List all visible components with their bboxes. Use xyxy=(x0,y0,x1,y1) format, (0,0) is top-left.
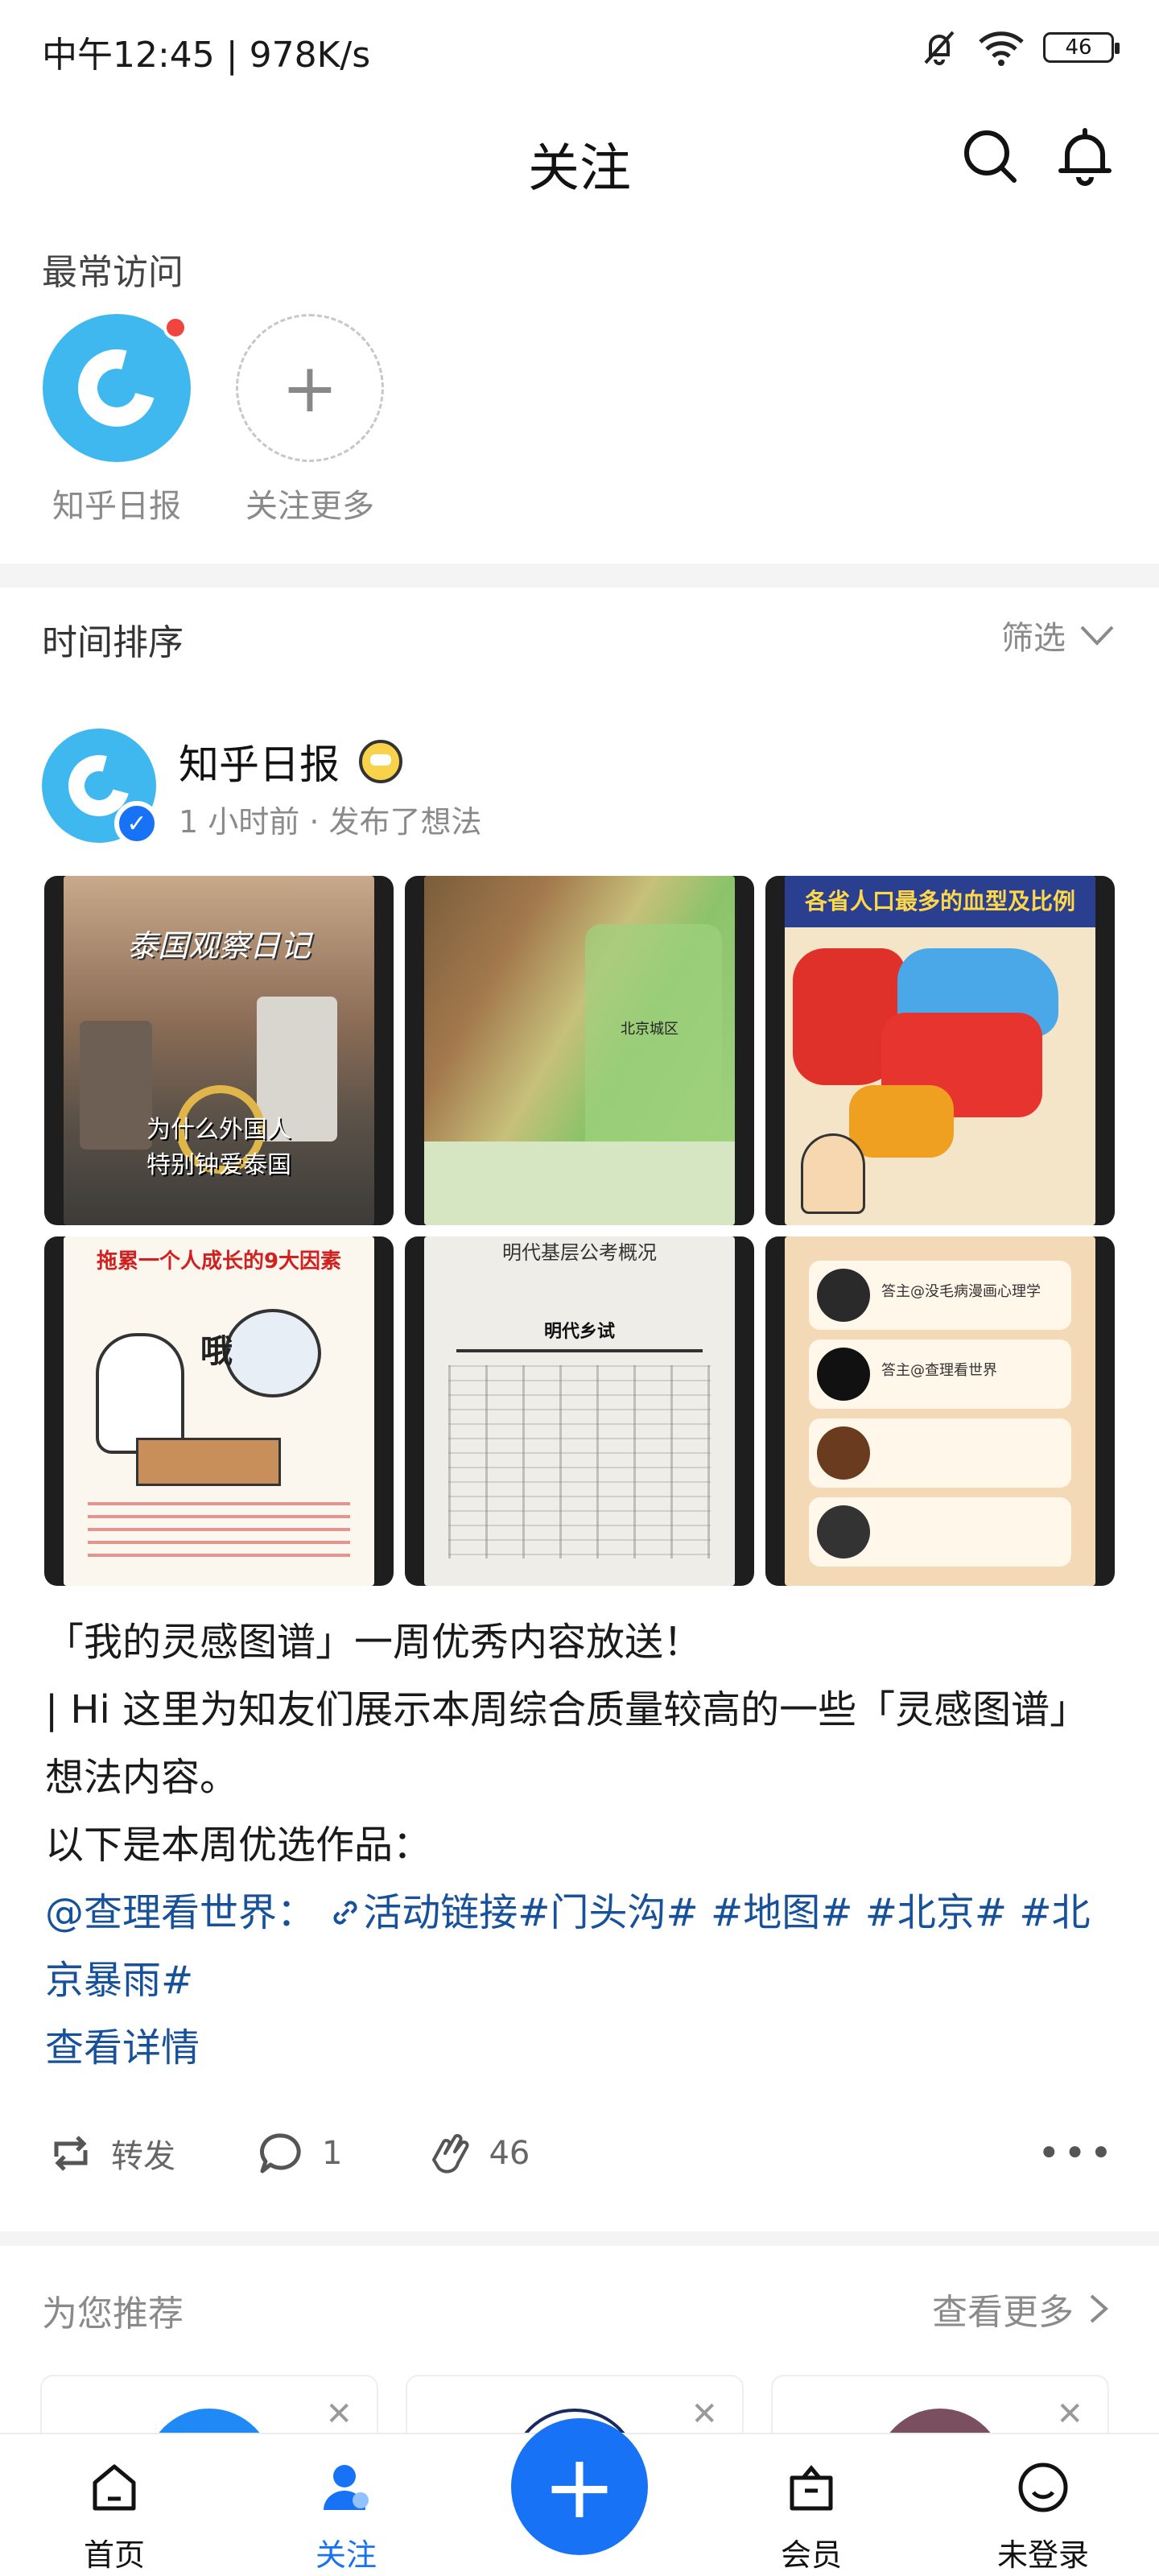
sort-title: 时间排序 xyxy=(42,622,184,663)
top-header: 关注 xyxy=(0,105,1159,209)
recommend-title: 为您推荐 xyxy=(42,2293,184,2334)
close-icon[interactable]: ✕ xyxy=(1056,2396,1083,2433)
post-text-line: 「我的灵感图谱」一周优秀内容放送！ xyxy=(45,1620,703,1665)
wifi-icon xyxy=(979,31,1024,66)
follow-person-icon xyxy=(324,2465,369,2510)
image-caption: 北京城区 xyxy=(621,1021,678,1038)
post-author[interactable]: 知乎日报 xyxy=(179,733,402,791)
nav-label: 首页 xyxy=(83,2537,145,2573)
link-icon xyxy=(333,1901,357,1925)
close-icon[interactable]: ✕ xyxy=(691,2396,718,2433)
repost-button[interactable]: 转发 xyxy=(45,2128,175,2179)
status-icons: 46 xyxy=(919,27,1120,68)
author-badge-icon xyxy=(359,740,402,783)
repost-icon xyxy=(54,2136,88,2171)
nav-profile[interactable]: 未登录 xyxy=(963,2458,1124,2574)
comment-icon xyxy=(260,2133,301,2174)
image-caption: 拖累一个人成长的9大因素 xyxy=(96,1249,342,1274)
battery-level: 46 xyxy=(1065,35,1092,60)
post-text-line: | Hi 这里为知友们展示本周综合质量较高的一些「灵感图谱」想法内容。 xyxy=(45,1687,1089,1800)
member-bag-icon xyxy=(790,2465,833,2511)
nav-member[interactable]: 会员 xyxy=(731,2458,892,2574)
colon-text: ： xyxy=(277,1890,316,1935)
verified-check-icon: ✓ xyxy=(114,801,159,846)
section-divider xyxy=(0,564,1159,588)
comment-count: 1 xyxy=(322,2135,343,2172)
image-caption: 哦 xyxy=(200,1333,233,1370)
post-image-thailand[interactable]: 泰国观察日记 为什么外国人 特别钟爱泰国 xyxy=(44,876,394,1225)
nav-label: 关注 xyxy=(315,2537,377,2573)
frequent-item-label: 知乎日报 xyxy=(52,488,181,525)
post-image-blood-type-map[interactable]: 各省人口最多的血型及比例 xyxy=(765,876,1115,1225)
zhihu-daily-logo-icon xyxy=(43,314,191,462)
create-post-button[interactable]: + xyxy=(511,2418,648,2555)
mention-link[interactable]: @查理看世界 xyxy=(45,1890,277,1935)
image-caption: 泰国观察日记 xyxy=(126,928,311,964)
comment-button[interactable]: 1 xyxy=(256,2128,342,2179)
applause-button[interactable]: 46 xyxy=(423,2128,530,2179)
notification-bell-icon[interactable] xyxy=(1053,124,1117,188)
status-bar: 中午12:45 | 978K/s 46 xyxy=(0,0,1159,97)
close-icon[interactable]: ✕ xyxy=(325,2396,353,2433)
post-image-ming-exam[interactable]: 明代基层公考概况 明代乡试 xyxy=(405,1236,754,1586)
repost-label: 转发 xyxy=(111,2138,175,2175)
post-author-avatar[interactable]: ✓ xyxy=(42,729,159,846)
follow-page: 中午12:45 | 978K/s 46 关注 最常访问 知乎日报 + 关注更多 … xyxy=(0,0,1159,2576)
nav-label: 会员 xyxy=(780,2537,842,2573)
unread-dot xyxy=(163,316,188,340)
filter-button[interactable]: 筛选 xyxy=(1001,612,1117,658)
chevron-right-icon xyxy=(1090,2294,1109,2323)
applause-icon xyxy=(432,2134,469,2174)
search-icon[interactable] xyxy=(958,124,1022,188)
post-links-line: @查理看世界： 活动链接#门头沟# #地图# #北京# #北京暴雨# xyxy=(45,1879,1116,2014)
post-image-terrain-map[interactable]: 北京城区 xyxy=(405,876,754,1225)
battery-icon: 46 xyxy=(1043,32,1120,63)
nav-label: 未登录 xyxy=(996,2537,1089,2573)
post-actions: 转发 1 46 ••• xyxy=(45,2117,1116,2190)
section-divider xyxy=(0,2231,1159,2246)
applause-count: 46 xyxy=(489,2135,530,2172)
mute-bell-icon xyxy=(924,31,955,65)
plus-icon: + xyxy=(542,2435,617,2538)
chevron-down-icon xyxy=(1080,625,1114,646)
view-detail-link[interactable]: 查看详情 xyxy=(45,2025,200,2070)
post-image-growth-factors[interactable]: 拖累一个人成长的9大因素 哦 xyxy=(44,1236,394,1586)
post-content[interactable]: 「我的灵感图谱」一周优秀内容放送！ | Hi 这里为知友们展示本周综合质量较高的… xyxy=(45,1608,1116,2082)
home-icon xyxy=(93,2464,136,2511)
filter-label: 筛选 xyxy=(1001,620,1066,657)
image-caption: 为什么外国人 特别钟爱泰国 xyxy=(146,1116,291,1179)
post-meta: 1 小时前 · 发布了想法 xyxy=(179,804,482,840)
nav-home[interactable]: 首页 xyxy=(34,2458,195,2574)
view-more-label: 查看更多 xyxy=(932,2292,1074,2333)
post-author-name: 知乎日报 xyxy=(179,741,340,788)
frequent-item-label: 关注更多 xyxy=(245,488,374,525)
plus-icon: + xyxy=(236,314,384,462)
image-caption: 明代乡试 xyxy=(543,1322,615,1342)
image-caption: 明代基层公考概况 xyxy=(502,1241,657,1264)
post-image-authors[interactable]: 答主@没毛病漫画心理学 答主@查理看世界 xyxy=(765,1236,1115,1586)
view-more-button[interactable]: 查看更多 xyxy=(932,2283,1111,2334)
post-text-line: 以下是本周优选作品： xyxy=(45,1823,432,1868)
image-caption: 答主@查理看世界 xyxy=(881,1362,997,1379)
image-caption: 各省人口最多的血型及比例 xyxy=(804,888,1075,914)
more-options-icon[interactable]: ••• xyxy=(1037,2131,1116,2176)
nav-follow[interactable]: 关注 xyxy=(266,2458,427,2574)
frequent-item-zhihu-daily[interactable]: 知乎日报 xyxy=(40,314,193,526)
image-caption: 答主@没毛病漫画心理学 xyxy=(881,1283,1041,1300)
status-time: 中午12:45 | 978K/s xyxy=(42,35,371,76)
frequent-section-title: 最常访问 xyxy=(42,252,184,293)
profile-face-icon xyxy=(1018,2462,1068,2512)
frequent-item-follow-more[interactable]: + 关注更多 xyxy=(233,314,386,526)
